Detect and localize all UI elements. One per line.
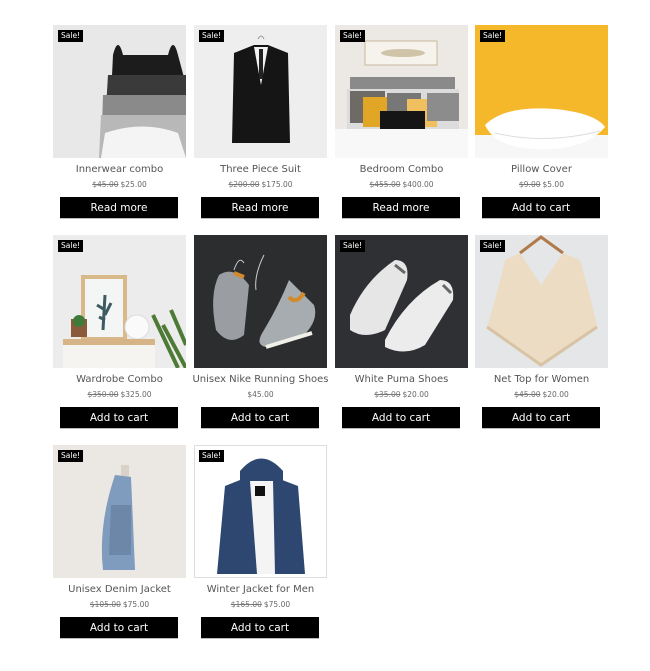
product-price: $200.00 $175.00: [184, 180, 337, 189]
product-image-link[interactable]: [475, 235, 608, 368]
sale-badge: Sale!: [199, 30, 225, 42]
product-image-link[interactable]: [194, 235, 327, 368]
regular-price: $105.00: [89, 600, 121, 609]
nike-shoes-image: [194, 235, 327, 368]
product-price: $45.00 $25.00: [43, 180, 196, 189]
sale-badge: Sale!: [199, 450, 225, 462]
product-card: Sale! Wardrobe Combo $350.00 $325.00 Add …: [53, 235, 186, 435]
product-price: $45.00: [184, 390, 337, 399]
product-card: Sale! Innerwear combo $45.00 $25.00 Read …: [53, 25, 186, 225]
sale-badge: Sale!: [58, 30, 84, 42]
product-title[interactable]: Three Piece Suit: [184, 164, 337, 175]
product-title[interactable]: Bedroom Combo: [325, 164, 478, 175]
product-title[interactable]: Innerwear combo: [43, 164, 196, 175]
sale-badge: Sale!: [58, 450, 84, 462]
product-card: Sale! Winter Jacket for Men $165.00 $75.0…: [194, 445, 327, 645]
sale-badge: Sale!: [340, 30, 366, 42]
tank-tops-image: [53, 25, 186, 158]
add-to-cart-button[interactable]: Add to cart: [201, 407, 319, 428]
product-price: $105.00 $75.00: [43, 600, 196, 609]
product-card: Sale! Three Piece Suit $200.00 $175.00 Re…: [194, 25, 327, 225]
product-price: $165.00 $75.00: [184, 600, 337, 609]
product-card: Sale! Pillow Cover $9.00 $5.00 Add to car…: [475, 25, 608, 225]
product-image-link[interactable]: [194, 445, 327, 578]
add-to-cart-button[interactable]: Add to cart: [60, 617, 178, 638]
denim-jacket-image: [53, 445, 186, 578]
regular-price: $35.00: [374, 390, 401, 399]
add-to-cart-button[interactable]: Add to cart: [201, 617, 319, 638]
product-image-link[interactable]: [53, 235, 186, 368]
sale-price: $75.00: [122, 600, 150, 609]
regular-price: $350.00: [87, 390, 119, 399]
read-more-button[interactable]: Read more: [201, 197, 319, 218]
add-to-cart-button[interactable]: Add to cart: [60, 407, 178, 428]
add-to-cart-button[interactable]: Add to cart: [342, 407, 460, 428]
sale-price: $75.00: [263, 600, 291, 609]
regular-price: $9.00: [519, 180, 541, 189]
product-image-link[interactable]: [335, 25, 468, 158]
product-image-link[interactable]: [53, 445, 186, 578]
product-card: Sale! Unisex Denim Jacket $105.00 $75.00 …: [53, 445, 186, 645]
sale-badge: Sale!: [58, 240, 84, 252]
product-price: $35.00 $20.00: [325, 390, 478, 399]
sale-price: $20.00: [542, 390, 569, 399]
product-card: Sale! Net Top for Women $45.00 $20.00 Add…: [475, 235, 608, 435]
add-to-cart-button[interactable]: Add to cart: [482, 407, 600, 428]
sale-price: $400.00: [402, 180, 434, 189]
suit-image: [194, 25, 327, 158]
bedroom-image: [335, 25, 468, 158]
regular-price: $45.00: [92, 180, 119, 189]
sale-price: $175.00: [261, 180, 293, 189]
product-card: Sale! Bedroom Combo $455.00 $400.00 Read …: [335, 25, 468, 225]
product-title[interactable]: Wardrobe Combo: [43, 374, 196, 385]
add-to-cart-button[interactable]: Add to cart: [482, 197, 600, 218]
sale-badge: Sale!: [340, 240, 366, 252]
sale-badge: Sale!: [480, 30, 506, 42]
product-title[interactable]: Pillow Cover: [465, 164, 618, 175]
price: $45.00: [247, 390, 274, 399]
product-card: Sale! White Puma Shoes $35.00 $20.00 Add …: [335, 235, 468, 435]
regular-price: $165.00: [230, 600, 262, 609]
sale-price: $325.00: [120, 390, 152, 399]
product-price: $9.00 $5.00: [465, 180, 618, 189]
sale-price: $20.00: [402, 390, 429, 399]
product-image-link[interactable]: [475, 25, 608, 158]
product-title[interactable]: White Puma Shoes: [325, 374, 478, 385]
product-price: $45.00 $20.00: [465, 390, 618, 399]
product-price: $350.00 $325.00: [43, 390, 196, 399]
product-title[interactable]: Unisex Nike Running Shoes: [184, 374, 337, 385]
product-image-link[interactable]: [335, 235, 468, 368]
sale-price: $25.00: [120, 180, 147, 189]
sale-price: $5.00: [542, 180, 564, 189]
puma-shoes-image: [335, 235, 468, 368]
product-price: $455.00 $400.00: [325, 180, 478, 189]
product-image-link[interactable]: [194, 25, 327, 158]
sale-badge: Sale!: [480, 240, 506, 252]
product-image-link[interactable]: [53, 25, 186, 158]
regular-price: $200.00: [228, 180, 260, 189]
regular-price: $45.00: [514, 390, 541, 399]
winter-jacket-image: [195, 446, 326, 577]
wardrobe-image: [53, 235, 186, 368]
read-more-button[interactable]: Read more: [342, 197, 460, 218]
pillow-image: [475, 25, 608, 158]
regular-price: $455.00: [369, 180, 401, 189]
product-card: Unisex Nike Running Shoes $45.00 Add to …: [192, 235, 329, 435]
product-title[interactable]: Net Top for Women: [465, 374, 618, 385]
product-title[interactable]: Winter Jacket for Men: [184, 584, 337, 595]
read-more-button[interactable]: Read more: [60, 197, 178, 218]
net-top-image: [475, 235, 608, 368]
product-title[interactable]: Unisex Denim Jacket: [43, 584, 196, 595]
